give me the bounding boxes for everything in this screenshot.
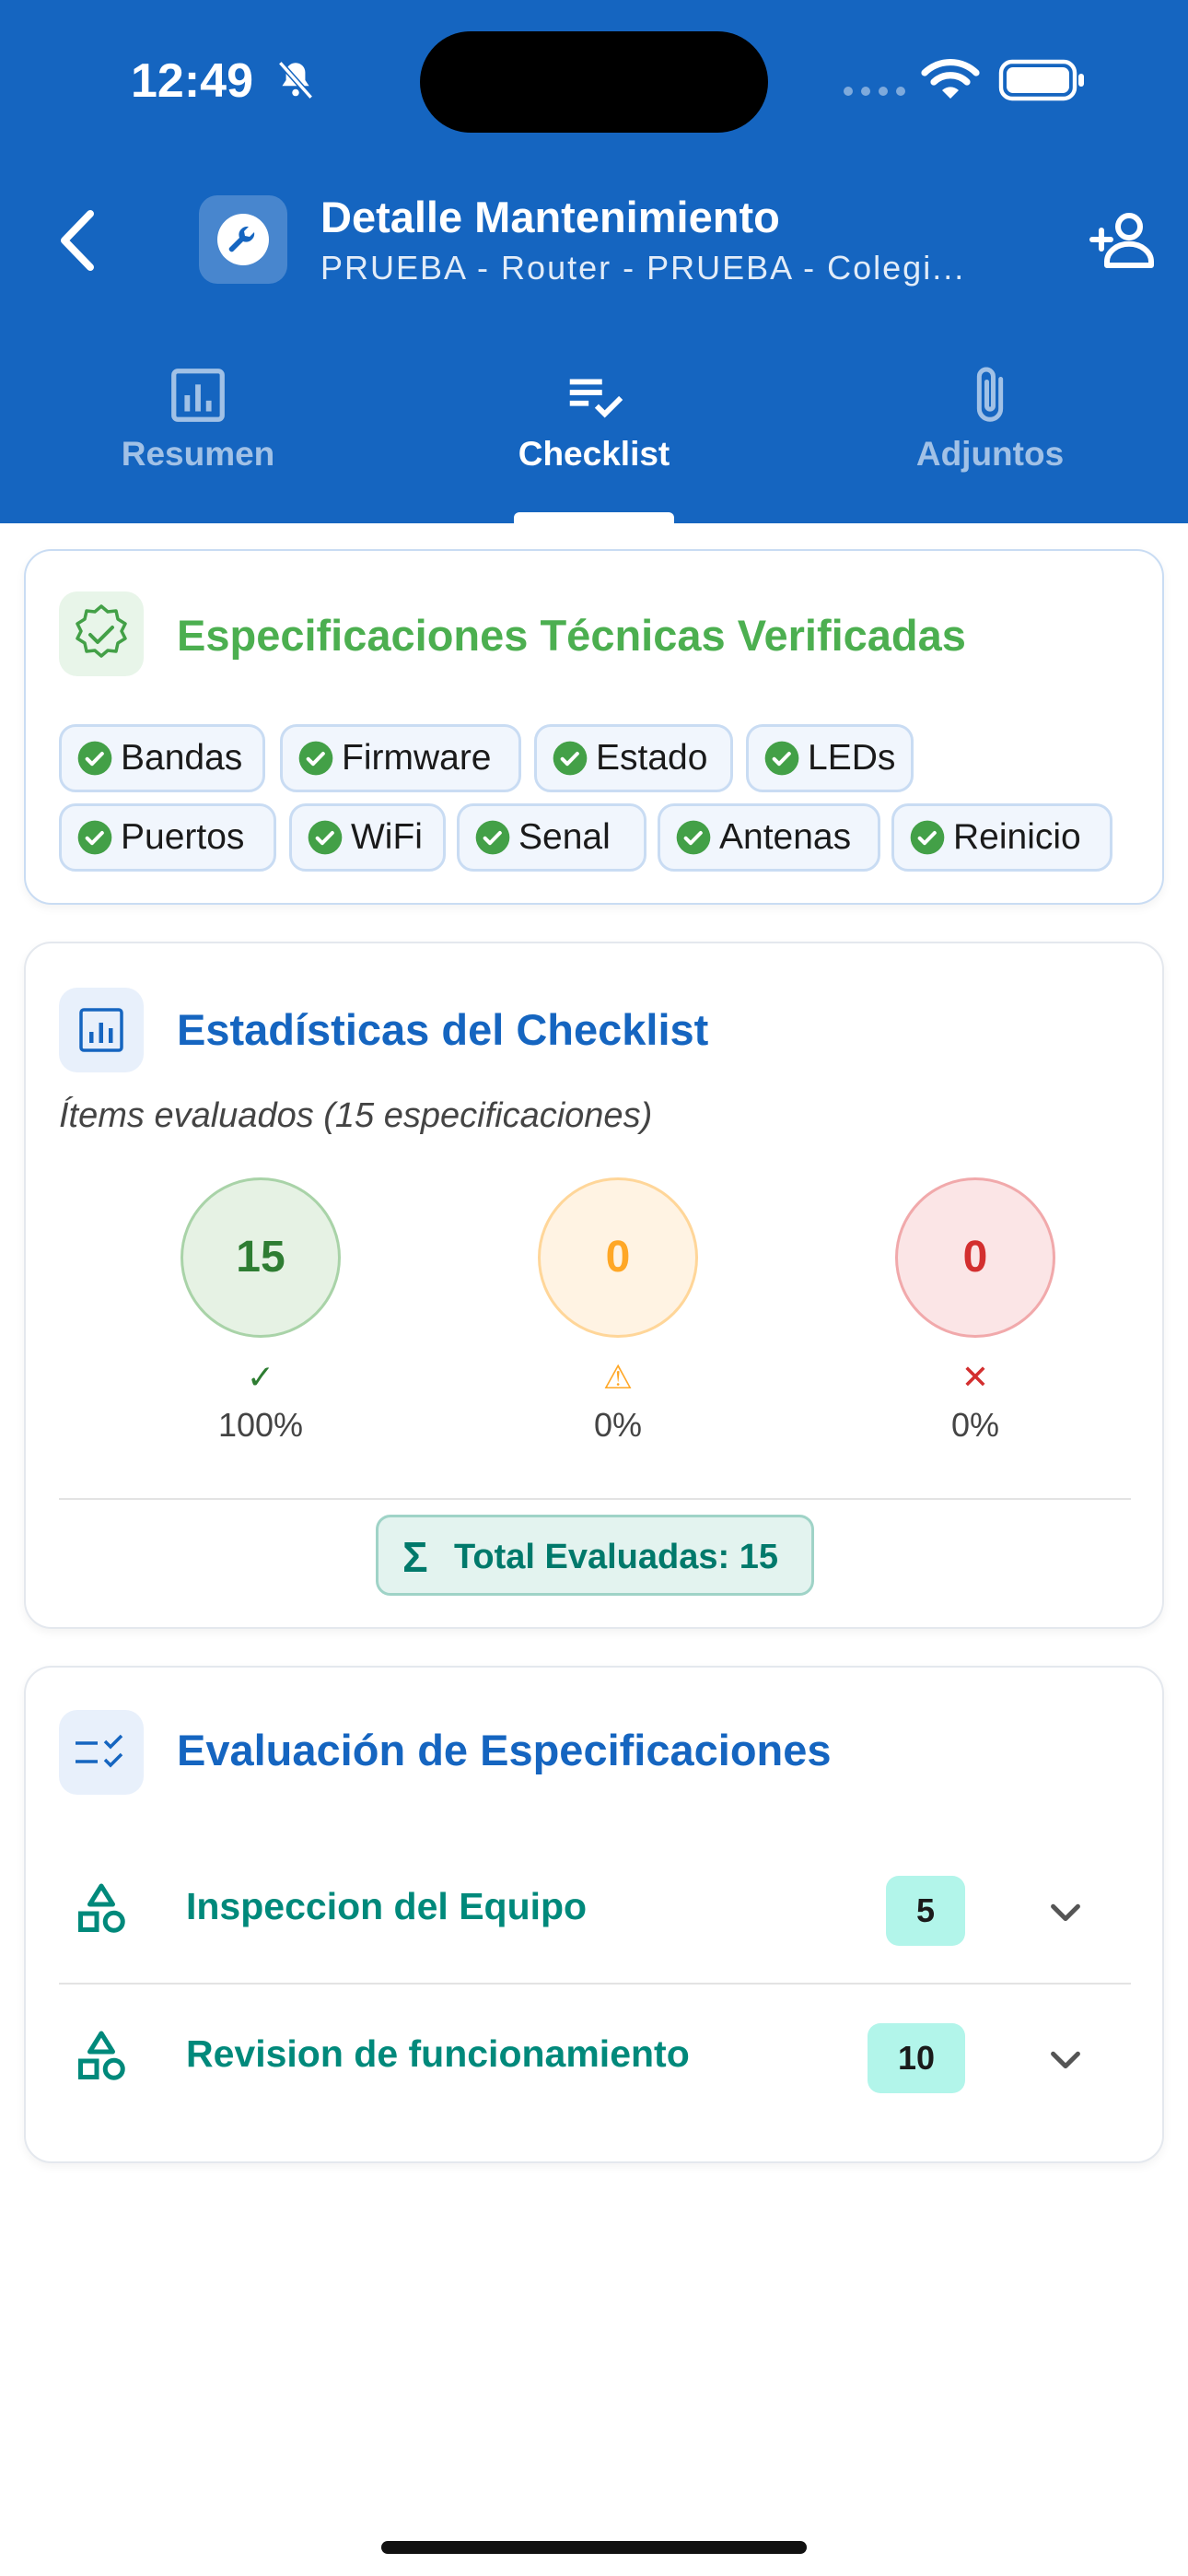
check-circle-icon	[77, 820, 112, 855]
count-badge: 5	[886, 1876, 965, 1946]
check-circle-icon	[764, 741, 799, 776]
page-title: Detalle Mantenimiento	[320, 193, 780, 241]
check-circle-icon	[475, 820, 510, 855]
specs-verified-card: Especificaciones Técnicas Verificadas Ba…	[24, 549, 1164, 905]
checklist-icon	[569, 379, 623, 418]
stat-ok: 15 ✓ 100%	[99, 1177, 376, 1454]
status-bar: 12:49	[0, 0, 1188, 161]
tab-adjuntos-label: Adjuntos	[915, 435, 1065, 473]
app-header: 12:49 Detalle Mantenimiento PRUEBA - Rou…	[0, 0, 1188, 523]
verified-badge-icon	[59, 591, 144, 676]
stat-warning: 0 ⚠ 0%	[457, 1177, 733, 1454]
stat-fail-value: 0	[895, 1177, 1055, 1338]
total-evaluated-label: Total Evaluadas: 15	[454, 1538, 778, 1576]
count-badge: 10	[868, 2023, 965, 2093]
items-evaluated-text: Ítems evaluados (15 especificaciones)	[59, 1096, 653, 1135]
sigma-icon: Σ	[402, 1533, 428, 1581]
section-inspeccion[interactable]: Inspeccion del Equipo 5	[59, 1837, 1131, 1983]
section-revision[interactable]: Revision de funcionamiento 10	[59, 1985, 1131, 2130]
signal-dots-icon	[844, 87, 905, 96]
spec-chip: Senal	[457, 803, 646, 872]
spec-chip: Puertos	[59, 803, 276, 872]
stat-warning-percent: 0%	[593, 1406, 643, 1444]
spec-chip: Reinicio	[891, 803, 1112, 872]
checklist-stats-card: Estadísticas del Checklist Ítems evaluad…	[24, 942, 1164, 1629]
total-evaluated-chip: Σ Total Evaluadas: 15	[376, 1515, 814, 1596]
stat-fail-percent: 0%	[950, 1406, 1000, 1444]
spec-chip: LEDs	[746, 724, 914, 792]
status-time: 12:49	[131, 54, 253, 108]
back-arrow-icon[interactable]	[50, 206, 109, 275]
check-circle-icon	[77, 741, 112, 776]
check-circle-icon	[676, 820, 711, 855]
home-indicator[interactable]	[381, 2541, 807, 2554]
stat-fail: 0 ✕ 0%	[814, 1177, 1090, 1454]
evaluation-card: Evaluación de Especificaciones Inspeccio…	[24, 1666, 1164, 2163]
tab-resumen-label: Resumen	[121, 435, 275, 473]
close-icon: ✕	[961, 1358, 990, 1396]
tab-checklist[interactable]: Checklist	[396, 350, 792, 523]
active-tab-indicator	[514, 512, 674, 523]
chevron-down-icon[interactable]	[1044, 2038, 1087, 2080]
chevron-down-icon[interactable]	[1044, 1891, 1087, 1933]
tab-checklist-label: Checklist	[518, 435, 670, 473]
spec-chip: WiFi	[289, 803, 446, 872]
analytics-icon	[59, 988, 144, 1072]
spec-chip: Antenas	[658, 803, 880, 872]
bar-chart-icon	[171, 369, 225, 422]
evaluation-card-title: Evaluación de Especificaciones	[177, 1726, 832, 1774]
section-label: Inspeccion del Equipo	[186, 1885, 588, 1927]
stat-warning-value: 0	[538, 1177, 698, 1338]
tab-resumen[interactable]: Resumen	[0, 350, 396, 523]
checklist-rtl-icon	[59, 1710, 144, 1795]
spec-chip: Bandas	[59, 724, 265, 792]
check-circle-icon	[308, 820, 343, 855]
tab-adjuntos[interactable]: Adjuntos	[792, 350, 1188, 523]
check-icon: ✓	[246, 1358, 275, 1396]
tab-bar: Resumen Checklist Adjuntos	[0, 350, 1188, 523]
warning-icon: ⚠	[602, 1358, 634, 1396]
spec-chip: Estado	[534, 724, 733, 792]
page-subtitle: PRUEBA - Router - PRUEBA - Colegi...	[320, 249, 966, 287]
bell-off-icon	[277, 61, 314, 100]
check-circle-icon	[553, 741, 588, 776]
spec-chip: Firmware	[280, 724, 521, 792]
check-circle-icon	[910, 820, 945, 855]
stat-ok-percent: 100%	[217, 1406, 304, 1444]
category-shapes-icon	[78, 1883, 125, 1933]
wifi-icon	[921, 58, 980, 99]
check-circle-icon	[298, 741, 333, 776]
stat-ok-value: 15	[181, 1177, 341, 1338]
divider	[59, 1498, 1131, 1500]
dynamic-island	[420, 31, 768, 133]
paperclip-icon	[976, 367, 1004, 422]
wrench-badge	[199, 195, 287, 284]
wrench-icon	[217, 214, 269, 265]
battery-icon	[998, 59, 1084, 101]
add-person-icon[interactable]	[1089, 208, 1157, 273]
specs-card-title: Especificaciones Técnicas Verificadas	[177, 611, 966, 660]
category-shapes-icon	[78, 2031, 125, 2080]
section-label: Revision de funcionamiento	[186, 2032, 690, 2075]
stats-card-title: Estadísticas del Checklist	[177, 1005, 709, 1054]
